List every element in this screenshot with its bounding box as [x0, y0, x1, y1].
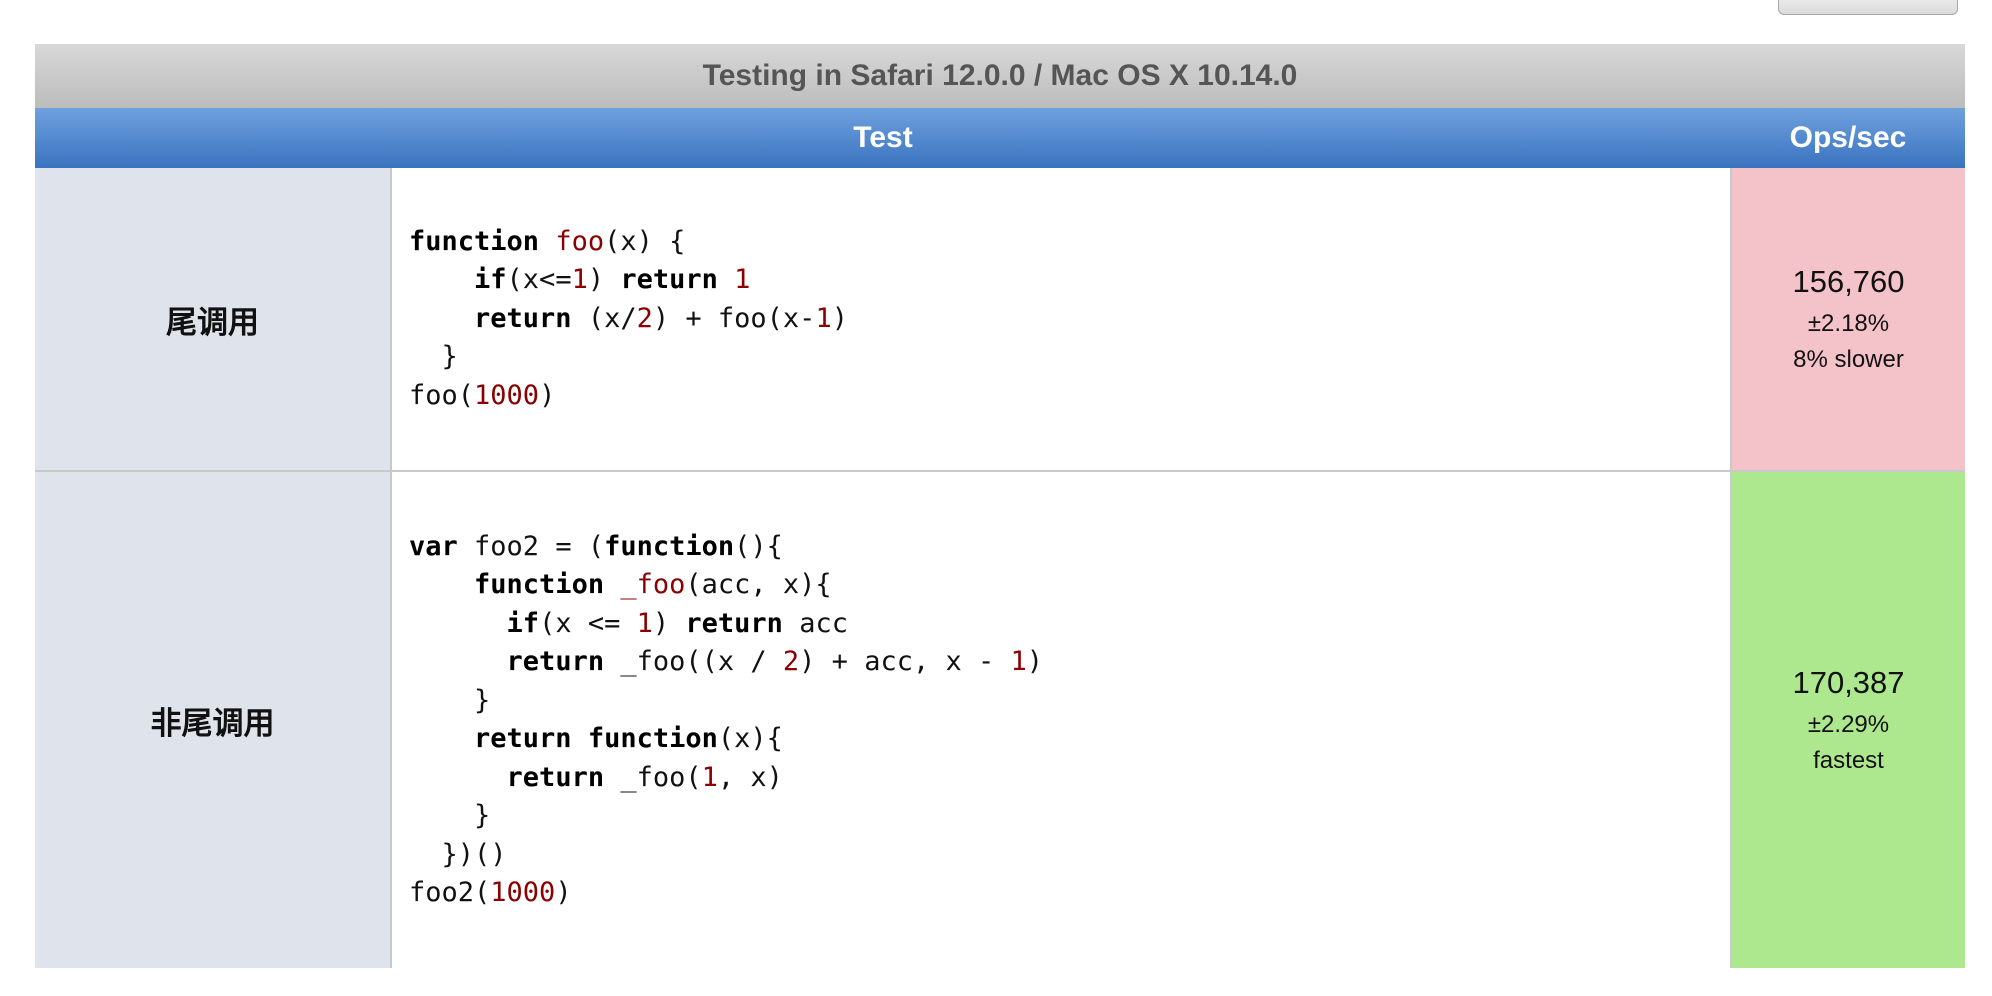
ops-value: 156,760 — [1792, 264, 1905, 299]
ops-result-cell: 170,387 ±2.29% fastest — [1730, 471, 1965, 968]
ops-column-header: Ops/sec — [1789, 121, 1907, 154]
ops-result-cell: 156,760 ±2.18% 8% slower — [1730, 168, 1965, 472]
test-code: function foo(x) { if(x<=1) return 1 retu… — [409, 225, 848, 411]
test-title: 尾调用 — [35, 168, 392, 472]
test-code-cell: var foo2 = (function(){ function _foo(ac… — [391, 471, 1731, 968]
test-code-cell: function foo(x) { if(x<=1) return 1 retu… — [391, 168, 1731, 472]
table-row: 尾调用 function foo(x) { if(x<=1) return 1 … — [35, 168, 1965, 472]
results-caption: Testing in Safari 12.0.0 / Mac OS X 10.1… — [35, 44, 1965, 108]
ops-margin-of-error: ±2.29% — [1807, 711, 1890, 738]
ops-value: 170,387 — [1792, 665, 1905, 700]
ops-margin-of-error: ±2.18% — [1807, 310, 1890, 337]
test-column-header: Test — [853, 121, 913, 154]
top-right-button[interactable] — [1778, 0, 1958, 15]
test-code: var foo2 = (function(){ function _foo(ac… — [409, 530, 1044, 909]
table-header-row: Test Ops/sec — [35, 108, 1965, 168]
ops-status: 8% slower — [1793, 346, 1904, 373]
ops-status: fastest — [1813, 747, 1884, 774]
results-table: Testing in Safari 12.0.0 / Mac OS X 10.1… — [35, 44, 1965, 968]
table-row: 非尾调用 var foo2 = (function(){ function _f… — [35, 471, 1965, 968]
test-title: 非尾调用 — [35, 471, 392, 968]
